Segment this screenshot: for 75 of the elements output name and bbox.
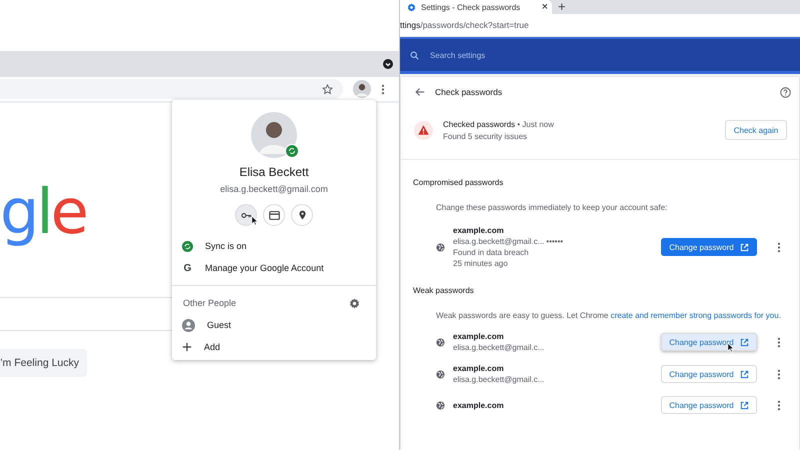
close-tab-button[interactable]: × — [542, 1, 548, 13]
more-options-icon[interactable] — [777, 368, 781, 380]
passwords-button[interactable] — [235, 204, 257, 226]
change-password-button[interactable]: Change password — [661, 333, 757, 351]
section-heading: Compromised passwords — [413, 178, 504, 187]
profile-avatar-icon[interactable] — [353, 80, 371, 98]
more-options-icon[interactable] — [777, 400, 781, 410]
location-pin-icon — [298, 210, 306, 220]
settings-icon[interactable] — [349, 298, 360, 308]
external-link-icon — [740, 242, 749, 252]
change-password-button[interactable]: Change password — [661, 238, 757, 256]
search-field[interactable] — [0, 297, 172, 331]
change-password-button[interactable]: Change password — [661, 365, 757, 383]
profile-email: elisa.g.beckett@gmail.com — [219, 184, 329, 194]
external-link-icon — [740, 338, 749, 346]
strong-passwords-link[interactable]: create and remember strong passwords for you. — [610, 311, 781, 320]
site-name: example.com — [453, 364, 505, 373]
tab-title: Settings - Check passwords — [421, 2, 520, 12]
site-name: example.com — [453, 400, 505, 410]
check-status-title: Checked passwords • Just now — [443, 120, 555, 128]
person-silhouette-icon — [251, 112, 297, 158]
page-title: Check passwords — [435, 87, 502, 97]
credit-card-icon — [268, 210, 280, 220]
section-description: Weak passwords are easy to guess. Let Chrome create and remember strong passwords for you. — [436, 311, 782, 320]
section-heading: Weak passwords — [413, 286, 475, 295]
external-link-icon — [740, 370, 749, 378]
mouse-pointer-icon — [251, 215, 258, 226]
check-again-button[interactable]: Check again — [725, 120, 787, 140]
logo-letter: e — [50, 175, 86, 248]
globe-icon — [436, 370, 445, 378]
check-status-summary: Found 5 security issues — [443, 132, 528, 140]
section-description: Change these passwords immediately to keep your account safe: — [436, 203, 668, 212]
back-arrow-icon[interactable] — [415, 87, 425, 97]
sync-icon — [182, 240, 193, 252]
username: elisa.g.beckett@gmail.c... — [453, 237, 544, 246]
other-people-heading: Other People — [183, 298, 236, 308]
plus-icon — [182, 342, 192, 352]
site-name: example.com — [453, 332, 505, 341]
sync-badge-icon — [285, 144, 299, 158]
username: elisa.g.beckett@gmail.c... — [453, 343, 546, 352]
globe-icon — [436, 338, 445, 346]
address-bar[interactable]: ttings/passwords/check?start=true — [400, 14, 800, 37]
help-icon[interactable] — [780, 86, 791, 98]
profile-name: Elisa Beckett — [238, 165, 310, 179]
logo-letter: l — [36, 175, 51, 248]
logo-letter: g — [0, 175, 36, 248]
guest-profile-item[interactable]: Guest — [172, 314, 376, 336]
browser-tab[interactable]: Settings - Check passwords × — [400, 0, 552, 14]
settings-icon — [407, 2, 416, 12]
add-profile-item[interactable]: Add — [172, 336, 376, 358]
sync-status-item[interactable]: Sync is on — [172, 235, 376, 257]
manage-account-item[interactable]: G Manage your Google Account — [172, 257, 376, 279]
breach-detail: Found in data breach — [453, 248, 530, 257]
search-field[interactable]: Search settings — [428, 50, 632, 60]
search-icon — [410, 50, 419, 60]
tab-search-icon[interactable] — [383, 59, 393, 69]
breach-detail: 25 minutes ago — [453, 259, 509, 268]
masked-password: •••••• — [546, 237, 564, 246]
globe-icon — [436, 400, 445, 410]
more-options-icon[interactable] — [777, 242, 781, 252]
payment-methods-button[interactable] — [263, 204, 285, 226]
person-icon — [182, 318, 195, 332]
username: elisa.g.beckett@gmail.c... — [453, 375, 546, 384]
site-name: example.com — [453, 226, 505, 235]
globe-icon — [436, 242, 445, 252]
more-options-icon[interactable] — [777, 336, 781, 348]
external-link-icon — [740, 400, 749, 410]
warning-icon — [414, 120, 433, 140]
key-icon — [240, 212, 252, 218]
change-password-button[interactable]: Change password — [661, 396, 757, 414]
bookmark-star-icon[interactable] — [322, 84, 333, 94]
feeling-lucky-button[interactable]: ’m Feeling Lucky — [0, 349, 87, 377]
more-options-icon[interactable] — [381, 84, 385, 94]
new-tab-button[interactable]: + — [558, 1, 566, 13]
addresses-button[interactable] — [291, 204, 313, 226]
